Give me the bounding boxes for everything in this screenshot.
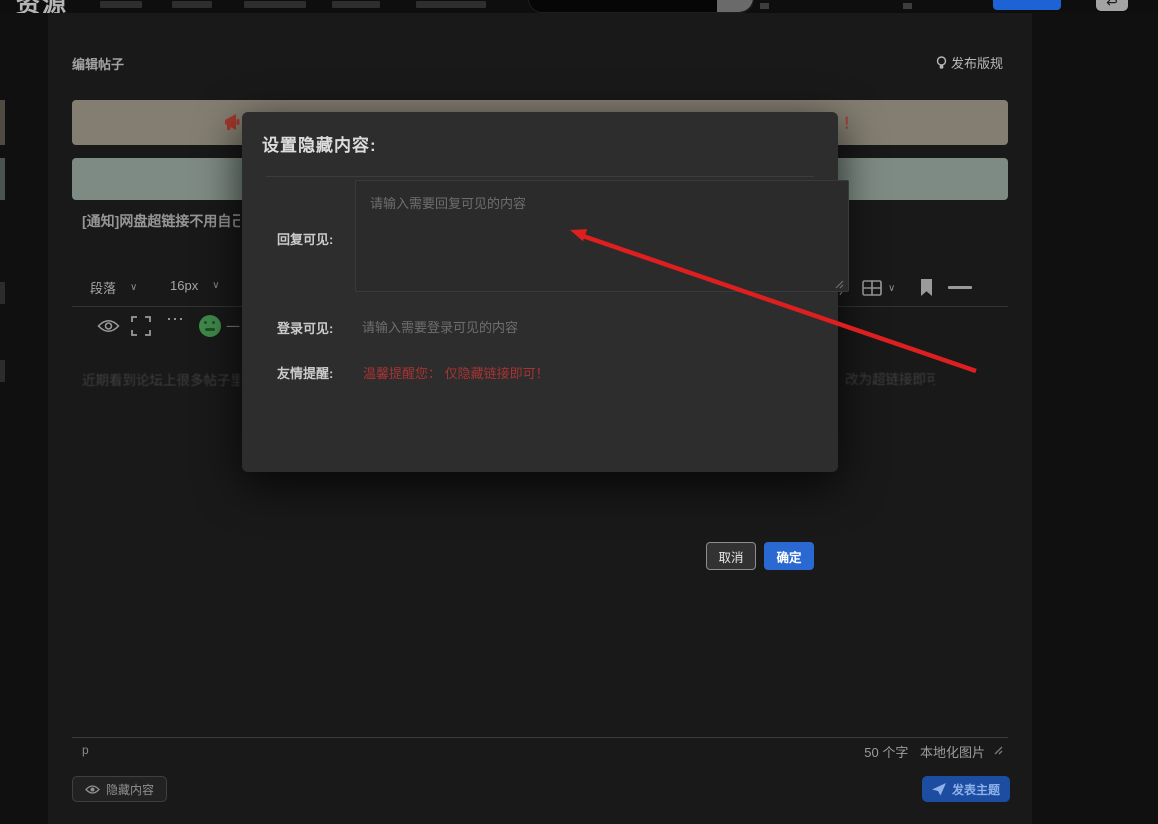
resize-grip-icon[interactable] — [993, 745, 1003, 755]
modal-divider — [266, 176, 814, 177]
hidden-content-label: 隐藏内容 — [106, 781, 154, 798]
chevron-down-icon: ∨ — [130, 282, 137, 293]
editor-body-text[interactable]: 改为超链接即可 — [845, 368, 935, 388]
nav-item[interactable] — [416, 1, 486, 8]
friendly-reminder-text: 温馨提醒您： 仅隐藏链接即可！ — [355, 363, 549, 382]
reply-visible-label: 回复可见: — [266, 229, 355, 248]
publish-topic-button[interactable]: 发表主题 — [922, 776, 1010, 802]
statusbar-divider — [72, 737, 1008, 738]
hidden-content-button[interactable]: 隐藏内容 — [72, 776, 167, 802]
posting-rules-link[interactable]: 发布版规 — [936, 53, 1003, 72]
paragraph-select-value: 段落 — [90, 278, 116, 297]
friendly-reminder-label: 友情提醒: — [266, 363, 355, 382]
top-navbar: 资源 ↩ — [0, 0, 1158, 13]
theme-toggle-icon[interactable]: ↩ — [1096, 0, 1128, 11]
search-input[interactable] — [539, 0, 703, 6]
paragraph-select[interactable]: 段落 ∨ — [90, 278, 137, 297]
fullscreen-icon[interactable] — [131, 316, 151, 336]
nav-item[interactable] — [332, 1, 380, 8]
toolbar-text-fragment: 一 — [226, 317, 240, 337]
page-title: 编辑帖子 — [72, 54, 124, 73]
search-button[interactable] — [717, 0, 753, 12]
sticker-icon[interactable] — [199, 315, 221, 337]
bulb-icon — [936, 56, 947, 70]
paper-plane-icon — [932, 783, 946, 796]
preview-eye-icon[interactable] — [97, 318, 120, 334]
modal-footer: 取消 确定 — [706, 542, 814, 570]
post-title-input[interactable]: [通知]网盘超链接不用自己 — [82, 211, 240, 231]
edge-sliver — [0, 100, 5, 145]
search-box — [528, 0, 754, 13]
chevron-down-icon: ∨ — [212, 280, 219, 291]
login-visible-input[interactable] — [355, 316, 809, 339]
nav-primary-button[interactable] — [993, 0, 1061, 10]
confirm-button[interactable]: 确定 — [764, 542, 814, 570]
fontsize-select-value: 16px — [170, 278, 198, 293]
nav-item[interactable] — [172, 1, 212, 8]
announcement-text-tail: ！ — [843, 112, 858, 133]
table-icon[interactable] — [862, 280, 882, 296]
editor-body-text[interactable]: 近期看到论坛上很多帖子里的 — [82, 369, 240, 389]
chevron-down-icon[interactable] — [760, 3, 769, 9]
posting-rules-label: 发布版规 — [951, 53, 1003, 72]
reply-visible-textarea[interactable] — [355, 180, 849, 292]
chevron-down-icon[interactable] — [903, 3, 912, 9]
bookmark-icon[interactable] — [920, 278, 933, 297]
word-count: 50 个字 — [864, 745, 908, 760]
localize-images-link[interactable]: 本地化图片 — [920, 745, 985, 760]
eye-icon — [85, 784, 100, 795]
edge-sliver — [0, 282, 5, 304]
horizontal-rule-icon[interactable] — [948, 286, 972, 289]
textarea-resize-grip-icon[interactable] — [835, 280, 844, 289]
login-visible-row: 登录可见: — [266, 312, 809, 342]
megaphone-icon — [222, 111, 244, 133]
statusbar-right: 50 个字 本地化图片 — [810, 742, 985, 761]
more-options-icon[interactable]: ⋯ — [166, 309, 185, 330]
reply-visible-row: 回复可见: — [266, 180, 849, 297]
nav-item[interactable] — [100, 1, 142, 8]
edge-sliver — [0, 360, 5, 382]
nav-item[interactable] — [244, 1, 306, 8]
edge-sliver — [0, 158, 5, 200]
login-visible-label: 登录可见: — [266, 318, 355, 337]
site-logo[interactable]: 资源 — [16, 0, 68, 13]
hidden-content-modal: 设置隐藏内容: 回复可见: 登录可见: 友情提醒: 温馨提醒您： 仅隐藏链接即可… — [242, 112, 838, 472]
cancel-button[interactable]: 取消 — [706, 542, 756, 570]
fontsize-select[interactable]: 16px ∨ — [170, 278, 220, 293]
app-window: 资源 ↩ 编辑帖子 发布版规 ！ [通知]网盘超链接不用自己 — [0, 0, 1158, 824]
publish-topic-label: 发表主题 — [952, 781, 1000, 798]
friendly-reminder-row: 友情提醒: 温馨提醒您： 仅隐藏链接即可！ — [266, 358, 549, 386]
element-path: p — [82, 743, 89, 757]
chevron-down-icon[interactable]: ∨ — [888, 283, 895, 294]
modal-title: 设置隐藏内容: — [262, 131, 377, 156]
